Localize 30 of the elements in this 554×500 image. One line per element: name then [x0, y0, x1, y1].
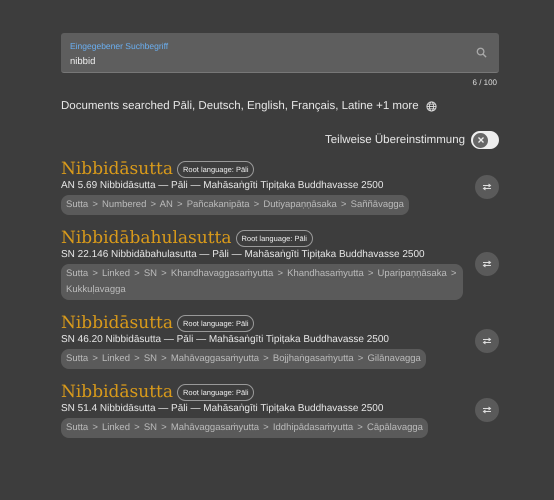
result-title[interactable]: Nibbidāsutta	[61, 158, 174, 180]
character-counter: 6 / 100	[472, 78, 497, 87]
result-title[interactable]: Nibbidāsutta	[61, 312, 174, 334]
reference-text: AN 5.69 Nibbidāsutta — Pāli — Mahāsaṅgīti Tipiṭaka Buddhavasse 2500	[61, 180, 384, 191]
toggle-label: Teilweise Übereinstimmung	[325, 134, 465, 146]
swap-arrows-icon	[482, 336, 492, 344]
reference-text: SN 51.4 Nibbidāsutta — Pāli — Mahāsaṅgīti Tipiṭaka Buddhavasse 2500	[61, 403, 384, 414]
breadcrumb-path: Sutta > Linked > SN > Mahāvaggasaṁyutta > Iddhipādasaṁyutta > Cāpālavagga	[61, 418, 428, 438]
swap-button[interactable]	[475, 398, 499, 422]
breadcrumb-path: Sutta > Linked > SN > Khandhavaggasaṁyutta > Khandhasaṁyutta > Uparipaṇṇāsaka > Kukkuḷavagga	[61, 264, 463, 300]
result-title[interactable]: Nibbidābahulasutta	[61, 227, 232, 249]
close-icon	[476, 136, 484, 144]
globe-icon[interactable]	[426, 100, 437, 112]
breadcrumb-path: Sutta > Linked > SN > Mahāvaggasaṁyutta > Bojjhaṅgasaṁyutta > Gilānavagga	[61, 349, 426, 369]
languages-text: Documents searched Pāli, Deutsch, English, Français, Latine +1 more	[61, 100, 419, 112]
search-field[interactable]: Eingegebener Suchbegriff nibbid	[61, 33, 499, 73]
swap-arrows-icon	[482, 406, 492, 414]
result-title[interactable]: Nibbidāsutta	[61, 381, 174, 403]
search-icon[interactable]	[476, 47, 487, 58]
field-label: Eingegebener Suchbegriff	[70, 40, 170, 50]
reference-text: SN 22.146 Nibbidābahulasutta — Pāli — Mahāsaṅgīti Tipiṭaka Buddhavasse 2500	[61, 249, 426, 260]
search-value: nibbid	[70, 56, 96, 66]
swap-button[interactable]	[475, 252, 499, 276]
breadcrumb-path: Sutta > Numbered > AN > Pañcakanipāta > Dutiyapaṇṇāsaka > Saññāvagga	[61, 195, 409, 215]
swap-arrows-icon	[482, 182, 492, 190]
reference-text: SN 46.20 Nibbidāsutta — Pāli — Mahāsaṅgīti Tipiṭaka Buddhavasse 2500	[61, 334, 390, 345]
swap-button[interactable]	[475, 174, 499, 198]
toggle-switch[interactable]	[471, 131, 499, 149]
swap-button[interactable]	[475, 328, 499, 352]
swap-arrows-icon	[482, 260, 492, 268]
